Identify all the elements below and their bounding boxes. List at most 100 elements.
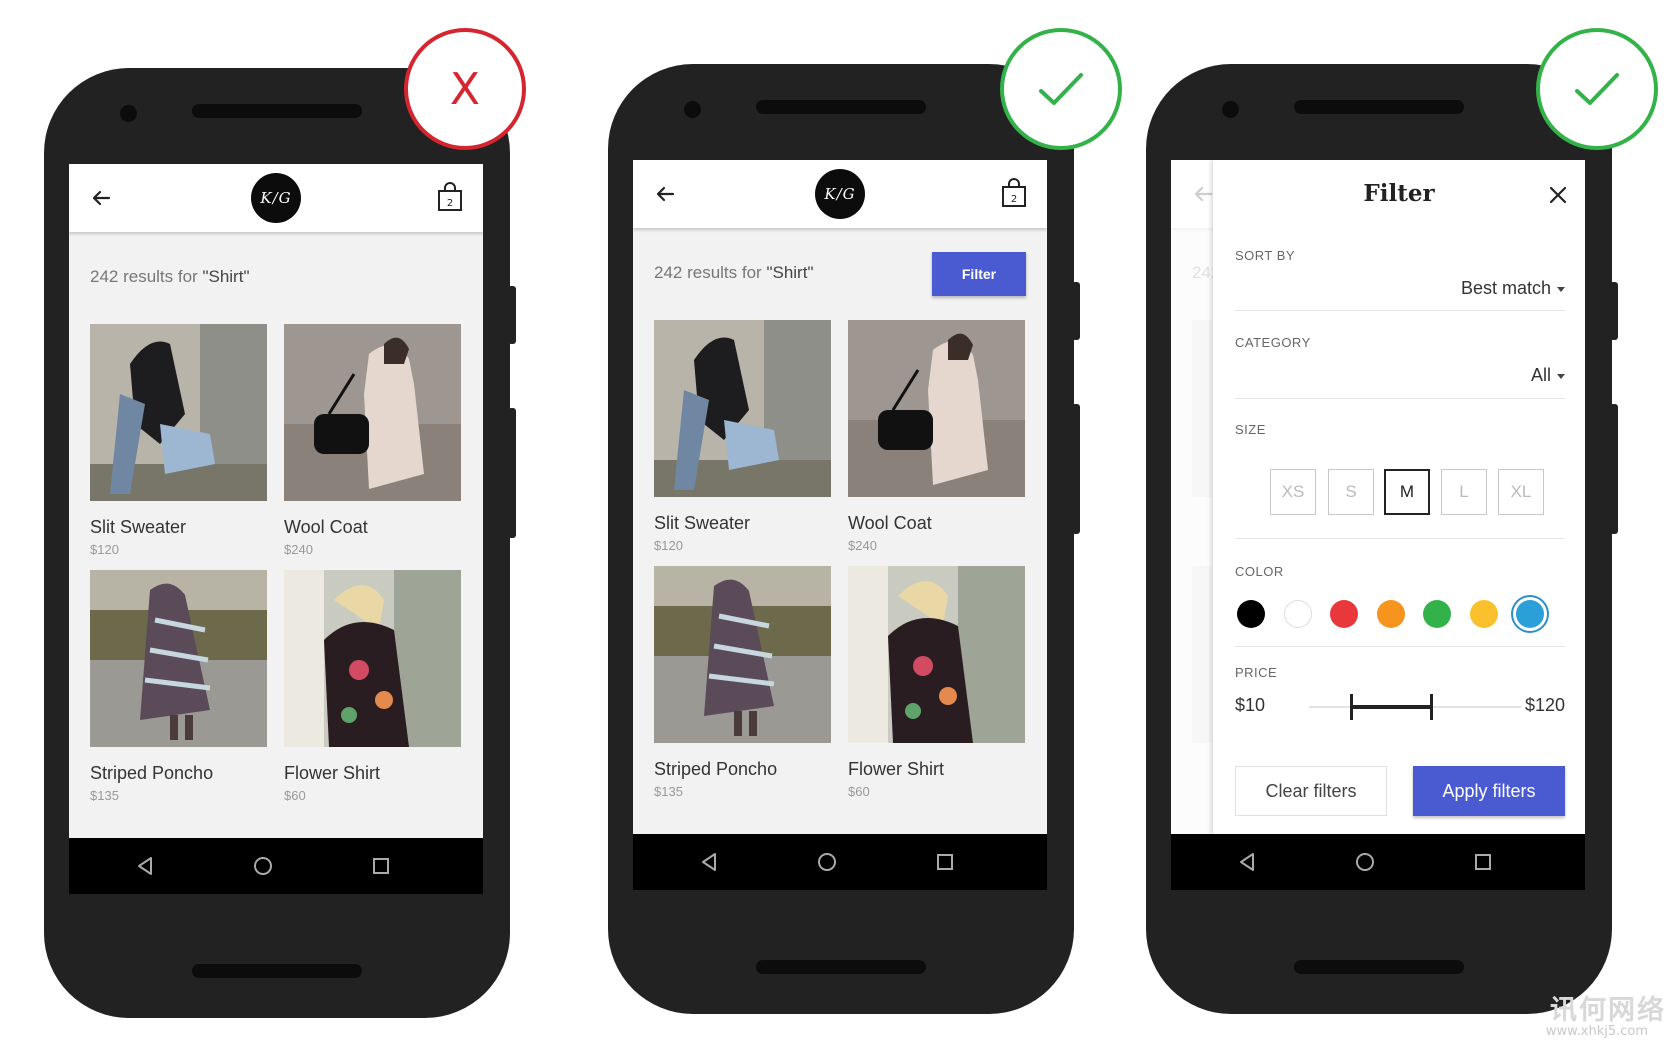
size-option-l[interactable]: L xyxy=(1441,469,1487,515)
nav-recents-icon[interactable] xyxy=(369,854,393,878)
product-name: Striped Poncho xyxy=(90,763,214,783)
color-swatch-5[interactable] xyxy=(1423,600,1451,628)
nav-home-icon[interactable] xyxy=(1353,850,1377,874)
clear-filters-button[interactable]: Clear filters xyxy=(1235,766,1387,816)
divider xyxy=(1235,646,1565,647)
product-image xyxy=(848,566,1025,743)
phone-screen: K/G 2 242 results for "Shirt" Slit Sweat… xyxy=(69,164,483,894)
product-name: Striped Poncho xyxy=(654,759,778,779)
product-image xyxy=(654,566,831,743)
color-swatch-3[interactable] xyxy=(1330,600,1358,628)
product-name: Flower Shirt xyxy=(848,759,945,779)
nav-back-icon[interactable] xyxy=(1235,850,1259,874)
watermark: 讯何网络 www.xhkj5.com xyxy=(1466,988,1666,1048)
product-card-slit-sweater[interactable]: Slit Sweater $120 xyxy=(654,320,831,553)
bag-count: 2 xyxy=(447,198,453,209)
bottom-speaker xyxy=(756,960,926,974)
app-bar: K/G 2 xyxy=(633,160,1047,228)
category-label: CATEGORY xyxy=(1235,335,1311,350)
size-option-m[interactable]: M xyxy=(1384,469,1430,515)
verdict-badge-correct xyxy=(1000,28,1122,150)
product-image xyxy=(848,320,1025,497)
system-nav-bar xyxy=(633,834,1047,890)
size-option-s[interactable]: S xyxy=(1328,469,1374,515)
product-name: Slit Sweater xyxy=(654,513,751,533)
product-name: Flower Shirt xyxy=(284,763,381,783)
product-price: $135 xyxy=(90,788,119,803)
product-image xyxy=(284,570,461,747)
product-price: $120 xyxy=(654,538,683,553)
product-image xyxy=(90,570,267,747)
volume-button xyxy=(508,408,516,538)
color-swatch-7[interactable] xyxy=(1516,600,1544,628)
phone-good-example-filter-button: K/G 2 242 results for "Shirt" Filter Sli… xyxy=(608,64,1080,1014)
color-swatch-1[interactable] xyxy=(1237,600,1265,628)
product-image xyxy=(90,324,267,501)
phone-screen: 242 Filter SORT BY Best match CATEGORY A… xyxy=(1171,160,1585,890)
back-arrow-icon[interactable] xyxy=(653,182,677,206)
watermark-url: www.xhkj5.com xyxy=(1545,1024,1648,1039)
app-bar: K/G 2 xyxy=(69,164,483,232)
product-card-striped-poncho[interactable]: Striped Poncho $135 xyxy=(654,566,831,799)
filter-button[interactable]: Filter xyxy=(932,252,1026,296)
earpiece-speaker xyxy=(756,100,926,114)
power-button xyxy=(508,286,516,344)
product-card-flower-shirt[interactable]: Flower Shirt $60 xyxy=(284,570,461,803)
volume-button xyxy=(1610,404,1618,534)
color-swatch-4[interactable] xyxy=(1376,600,1405,628)
price-min-value: $10 xyxy=(1235,695,1266,715)
sort-by-dropdown[interactable]: Best match xyxy=(1461,278,1565,299)
volume-button xyxy=(1072,404,1080,534)
size-option-xs[interactable]: XS xyxy=(1270,469,1316,515)
price-label: PRICE xyxy=(1235,665,1278,680)
product-price: $60 xyxy=(284,788,306,803)
product-name: Wool Coat xyxy=(848,513,932,533)
nav-recents-icon[interactable] xyxy=(933,850,957,874)
color-swatch-6[interactable] xyxy=(1469,600,1498,628)
results-count: 242 results for "Shirt" xyxy=(654,263,814,282)
price-slider-min-handle[interactable] xyxy=(1350,694,1354,720)
shopping-bag-icon[interactable]: 2 xyxy=(437,182,463,212)
brand-logo[interactable]: K/G xyxy=(251,173,301,223)
nav-recents-icon[interactable] xyxy=(1471,850,1495,874)
close-icon[interactable] xyxy=(1549,186,1567,204)
product-card-striped-poncho[interactable]: Striped Poncho $135 xyxy=(90,570,267,803)
front-camera xyxy=(1222,101,1239,118)
checkmark-icon xyxy=(1575,73,1619,105)
caret-down-icon xyxy=(1557,373,1565,379)
verdict-badge-incorrect: X xyxy=(404,28,526,150)
front-camera xyxy=(120,105,137,122)
price-slider-max-handle[interactable] xyxy=(1429,694,1433,720)
color-swatch-2[interactable] xyxy=(1283,600,1312,628)
product-price: $120 xyxy=(90,542,119,557)
nav-back-icon[interactable] xyxy=(133,854,157,878)
caret-down-icon xyxy=(1557,286,1565,292)
product-card-wool-coat[interactable]: Wool Coat $240 xyxy=(284,324,461,557)
product-card-flower-shirt[interactable]: Flower Shirt $60 xyxy=(848,566,1025,799)
size-option-xl[interactable]: XL xyxy=(1498,469,1544,515)
x-mark-icon: X xyxy=(449,63,481,115)
filter-panel: Filter SORT BY Best match CATEGORY All S… xyxy=(1213,160,1585,834)
apply-filters-button[interactable]: Apply filters xyxy=(1413,766,1565,816)
phone-screen: K/G 2 242 results for "Shirt" Filter Sli… xyxy=(633,160,1047,890)
product-card-slit-sweater[interactable]: Slit Sweater $120 xyxy=(90,324,267,557)
category-dropdown[interactable]: All xyxy=(1531,365,1565,386)
back-arrow-icon[interactable] xyxy=(89,186,113,210)
product-price: $240 xyxy=(848,538,877,553)
divider xyxy=(1235,538,1565,539)
power-button xyxy=(1072,282,1080,340)
bottom-speaker xyxy=(192,964,362,978)
brand-logo[interactable]: K/G xyxy=(815,169,865,219)
product-price: $240 xyxy=(284,542,313,557)
product-card-wool-coat[interactable]: Wool Coat $240 xyxy=(848,320,1025,553)
earpiece-speaker xyxy=(1294,100,1464,114)
price-slider-range xyxy=(1351,705,1432,709)
nav-back-icon[interactable] xyxy=(697,850,721,874)
product-name: Wool Coat xyxy=(284,517,368,537)
size-label: SIZE xyxy=(1235,422,1266,437)
color-label: COLOR xyxy=(1235,564,1284,579)
nav-home-icon[interactable] xyxy=(251,854,275,878)
nav-home-icon[interactable] xyxy=(815,850,839,874)
shopping-bag-icon[interactable]: 2 xyxy=(1001,178,1027,208)
checkmark-icon xyxy=(1039,73,1083,105)
